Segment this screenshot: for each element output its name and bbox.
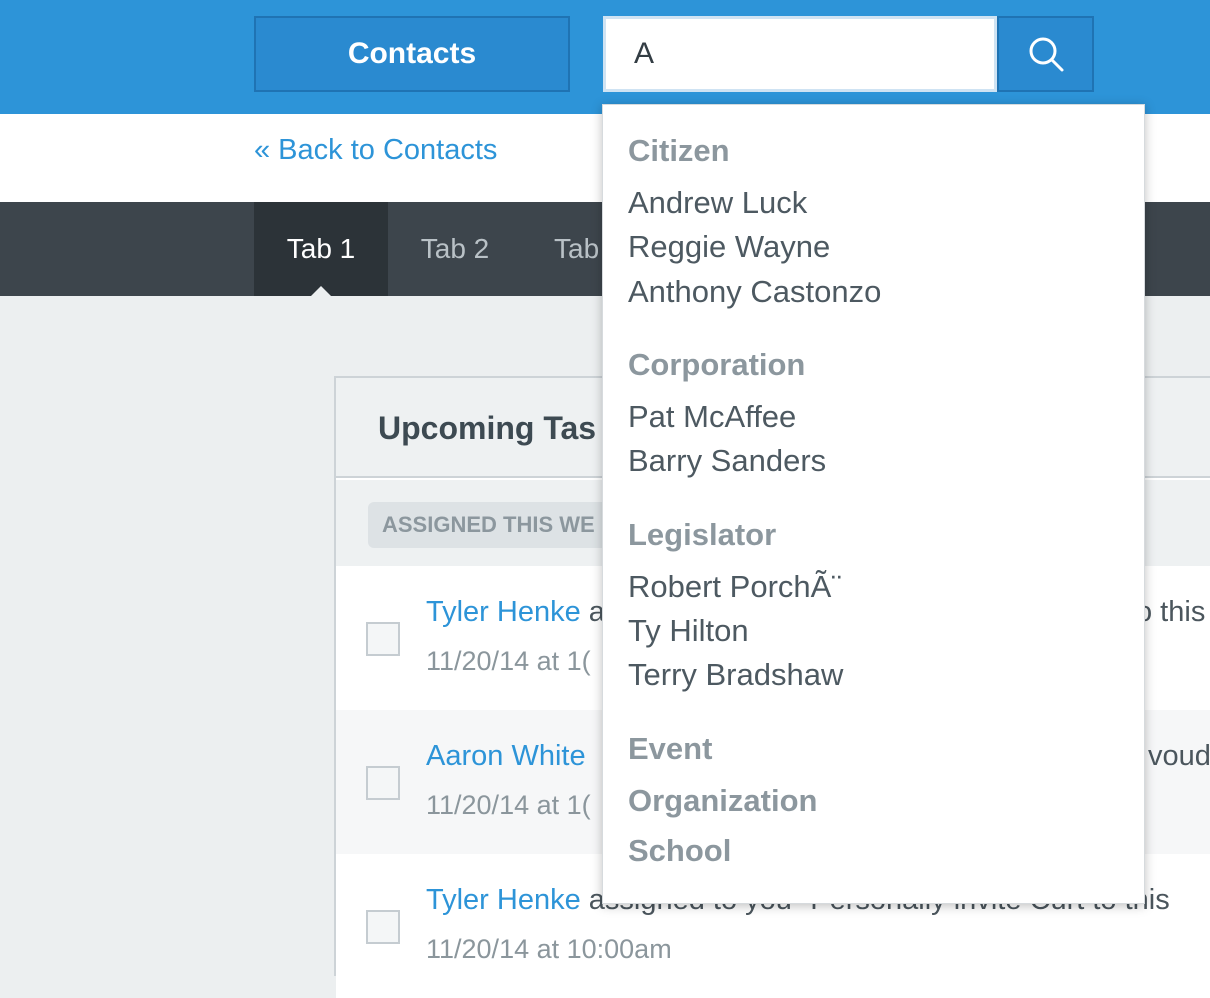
task-text-end: o this — [1136, 596, 1206, 628]
task-date: 11/20/14 at 10:00am — [426, 934, 672, 964]
active-tab-caret — [310, 286, 332, 297]
back-to-contacts-link[interactable]: « Back to Contacts — [254, 134, 497, 167]
group-header-organization: Organization — [628, 783, 818, 818]
task-description: Tyler Henke a — [426, 596, 605, 629]
task-text-end: voud — [1148, 740, 1210, 772]
result-item[interactable]: Barry Sanders — [628, 443, 826, 479]
contacts-button[interactable]: Contacts — [254, 16, 570, 92]
group-header-legislator: Legislator — [628, 517, 777, 552]
tab-2[interactable]: Tab 2 — [388, 202, 522, 296]
top-bar: Contacts — [0, 0, 1210, 114]
result-item[interactable]: Anthony Castonzo — [628, 274, 881, 310]
result-item[interactable]: Ty Hilton — [628, 613, 749, 649]
task-checkbox[interactable] — [366, 910, 400, 944]
panel-title: Upcoming Tas — [378, 410, 597, 446]
result-item[interactable]: Terry Bradshaw — [628, 657, 843, 693]
group-header-school: School — [628, 833, 732, 868]
task-date: 11/20/14 at 1( — [426, 646, 591, 676]
result-item[interactable]: Pat McAffee — [628, 399, 796, 435]
group-header-corporation: Corporation — [628, 347, 806, 382]
task-date: 11/20/14 at 1( — [426, 790, 591, 820]
result-item[interactable]: Reggie Wayne — [628, 229, 830, 265]
task-checkbox[interactable] — [366, 622, 400, 656]
result-item[interactable]: Andrew Luck — [628, 185, 807, 221]
tab-1[interactable]: Tab 1 — [254, 202, 388, 296]
search-icon — [1029, 37, 1063, 72]
group-header-citizen: Citizen — [628, 133, 730, 168]
result-item[interactable]: Robert PorchÃ¨ — [628, 569, 842, 605]
group-header-event: Event — [628, 731, 713, 766]
search-button[interactable] — [997, 16, 1094, 92]
task-person-link[interactable]: Aaron White — [426, 740, 586, 772]
section-label: ASSIGNED THIS WE — [368, 502, 609, 548]
search-results-dropdown: Citizen Andrew Luck Reggie Wayne Anthony… — [602, 104, 1145, 904]
task-description: Aaron White — [426, 740, 586, 773]
search-input[interactable] — [603, 16, 997, 92]
task-person-link[interactable]: Tyler Henke — [426, 884, 581, 916]
task-person-link[interactable]: Tyler Henke — [426, 596, 581, 628]
task-checkbox[interactable] — [366, 766, 400, 800]
